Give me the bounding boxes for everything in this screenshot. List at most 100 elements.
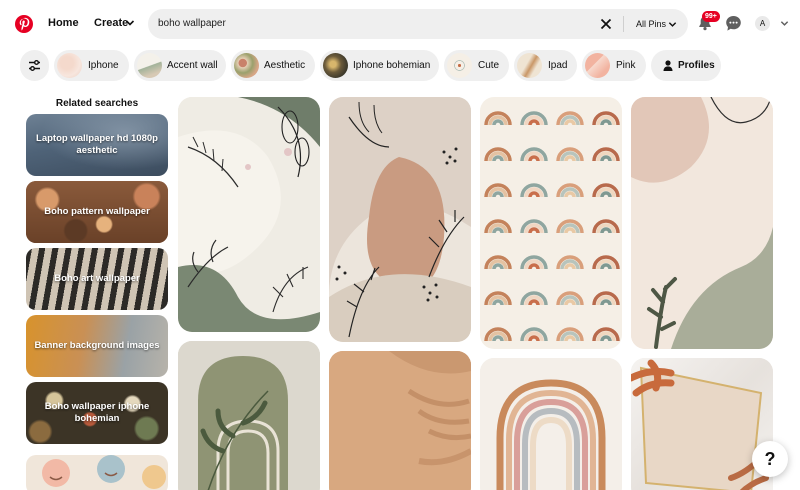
rainbow-arc (528, 263, 540, 270)
smiley-pattern-image (42, 455, 166, 489)
rainbow-arc (600, 155, 612, 162)
pin-card[interactable] (178, 97, 320, 332)
related-search-card[interactable]: Boho wallpaper iphone bohemian (26, 382, 168, 444)
pin-card[interactable] (480, 358, 622, 490)
chip-thumbnail (137, 53, 162, 78)
chip-iphone-bohemian[interactable]: Iphone bohemian (320, 50, 439, 81)
chevron-down-icon[interactable] (125, 18, 135, 28)
person-icon (663, 60, 673, 71)
chip-thumbnail (234, 53, 259, 78)
rainbow-arc (528, 299, 540, 306)
chip-label: Accent wall (167, 60, 218, 71)
rainbow-pattern-image (484, 111, 620, 342)
chat-icon[interactable] (725, 15, 742, 32)
rainbow-arc (492, 299, 504, 306)
rainbow-arc (492, 191, 504, 198)
chip-thumbnail (517, 53, 542, 78)
search-bar[interactable]: boho wallpaper All Pins (148, 9, 688, 39)
chip-thumbnail (585, 53, 610, 78)
rainbow-arc (564, 335, 576, 342)
related-search-label: Laptop wallpaper hd 1080p aesthetic (36, 133, 158, 156)
related-search-card[interactable]: Boho pattern wallpaper (26, 181, 168, 243)
top-nav: Home Create boho wallpaper All Pins 99+ … (0, 0, 800, 48)
search-input[interactable]: boho wallpaper (158, 18, 226, 29)
chip-profiles[interactable]: Profiles (651, 50, 721, 81)
rainbow-arc (600, 227, 612, 234)
rainbow-arc (528, 155, 540, 162)
pin-card[interactable] (480, 97, 622, 349)
search-scope-dropdown[interactable]: All Pins (636, 19, 666, 29)
chip-pink[interactable]: Pink (582, 50, 646, 81)
nav-home-link[interactable]: Home (48, 17, 79, 29)
chip-label: Ipad (548, 60, 568, 71)
chip-label: Iphone (88, 60, 119, 71)
chip-cute[interactable]: Cute (444, 50, 509, 81)
rainbow-arc (492, 119, 504, 126)
chip-iphone[interactable]: Iphone (54, 50, 129, 81)
pin-card[interactable] (178, 341, 320, 490)
rainbow-arc (600, 263, 612, 270)
notification-badge: 99+ (702, 11, 720, 22)
related-search-label: Banner background images (34, 340, 160, 351)
pin-card[interactable] (329, 97, 471, 342)
help-button[interactable]: ? (752, 441, 788, 477)
chip-label: Aesthetic (264, 60, 306, 71)
related-search-card[interactable]: Laptop wallpaper hd 1080p aesthetic (26, 114, 168, 176)
pin-card[interactable] (631, 358, 773, 490)
rainbow-arc (528, 191, 540, 198)
rainbow-arc (492, 155, 504, 162)
rainbow-arc (492, 263, 504, 270)
rainbow-arc (492, 335, 504, 342)
rainbow-arc (600, 299, 612, 306)
rainbow-arc (564, 191, 576, 198)
chip-aesthetic[interactable]: Aesthetic (231, 50, 315, 81)
pin-image (329, 97, 471, 342)
chip-label: Pink (616, 60, 636, 71)
chip-thumbnail (323, 53, 348, 78)
pin-image (631, 97, 773, 349)
chip-label: Cute (478, 60, 500, 71)
pin-card[interactable] (329, 351, 471, 490)
nav-create-menu[interactable]: Create (94, 17, 128, 29)
search-divider (623, 16, 624, 32)
pin-card[interactable] (631, 97, 773, 349)
pin-image (480, 358, 622, 490)
rainbow-arc (564, 155, 576, 162)
chevron-down-icon[interactable] (780, 19, 789, 28)
related-search-card[interactable] (26, 455, 168, 490)
related-search-label: Boho art wallpaper (54, 273, 140, 284)
rainbow-arc (564, 263, 576, 270)
rainbow-arc (528, 227, 540, 234)
rainbow-arc (528, 119, 540, 126)
rainbow-arc (600, 191, 612, 198)
chip-label: Profiles (678, 60, 715, 71)
chevron-down-icon[interactable] (668, 20, 677, 29)
avatar[interactable]: A (755, 16, 770, 31)
rainbow-arc (564, 299, 576, 306)
close-icon[interactable] (600, 18, 612, 30)
sliders-icon (29, 60, 40, 71)
related-searches-title: Related searches (55, 98, 139, 109)
rainbow-arc (492, 227, 504, 234)
rainbow-arc (564, 227, 576, 234)
filter-button[interactable] (20, 50, 49, 81)
chip-ipad[interactable]: Ipad (514, 50, 577, 81)
rainbow-arc (564, 119, 576, 126)
filter-chips: Iphone Accent wall Aesthetic Iphone bohe… (0, 50, 800, 82)
related-search-label: Boho wallpaper iphone bohemian (44, 401, 150, 424)
rainbow-arc (600, 119, 612, 126)
rainbow-arc (600, 335, 612, 342)
chip-thumbnail (57, 53, 82, 78)
related-search-card[interactable]: Boho art wallpaper (26, 248, 168, 310)
chip-label: Iphone bohemian (353, 60, 431, 71)
pinterest-logo-icon[interactable] (15, 15, 33, 33)
pin-image (178, 97, 320, 332)
chip-accent-wall[interactable]: Accent wall (134, 50, 226, 81)
related-search-label: Boho pattern wallpaper (44, 206, 150, 217)
pin-image (178, 341, 320, 490)
pin-image (631, 358, 773, 490)
rainbow-arc (528, 335, 540, 342)
pin-image (329, 351, 471, 490)
related-search-card[interactable]: Banner background images (26, 315, 168, 377)
chip-thumbnail (447, 53, 472, 78)
